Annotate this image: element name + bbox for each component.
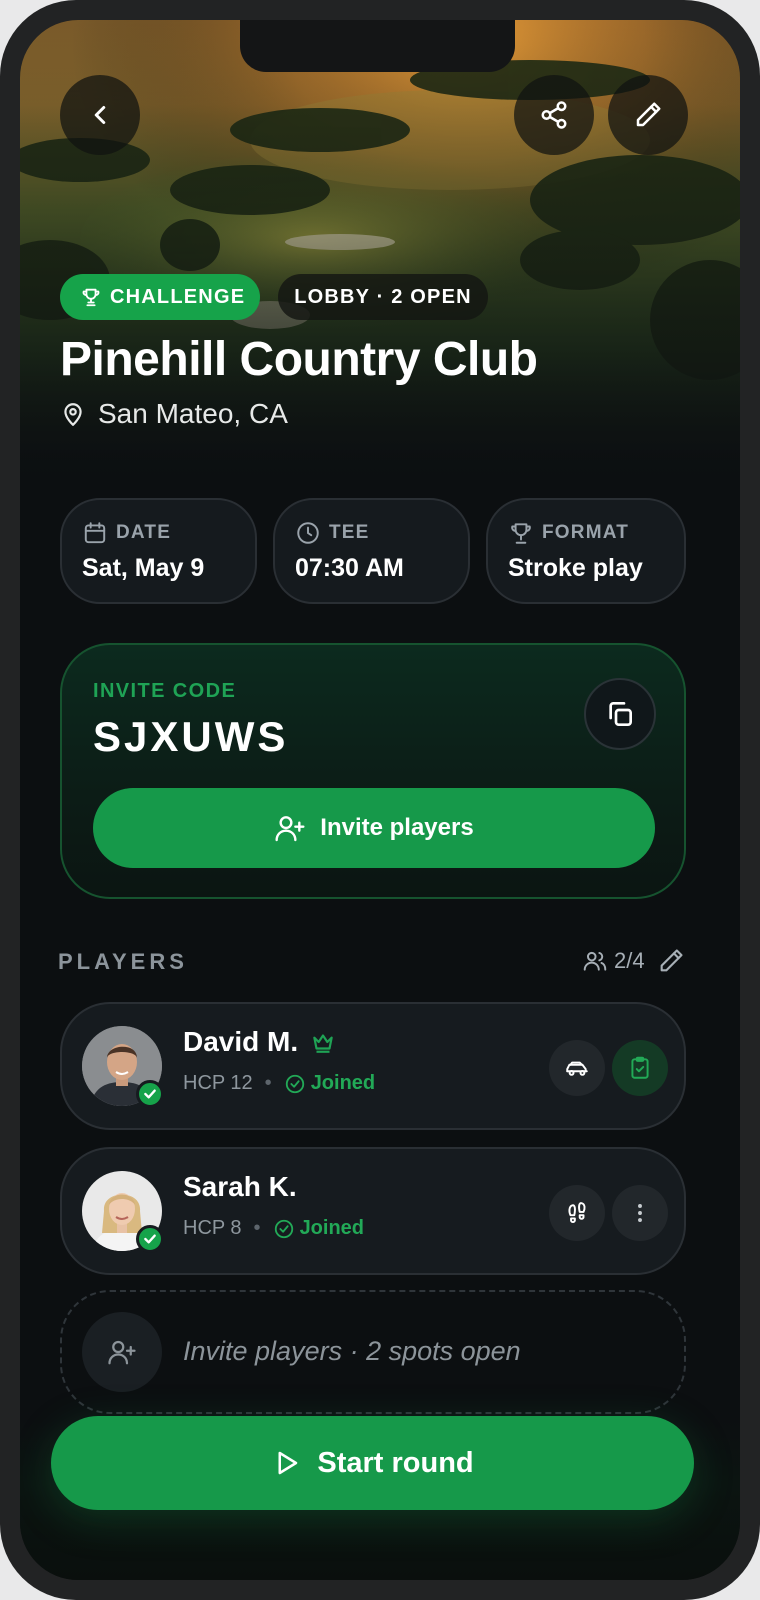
- invite-code-label: INVITE CODE: [93, 680, 237, 702]
- lobby-status-label: LOBBY · 2 OPEN: [294, 285, 472, 308]
- more-vertical-icon: [638, 1204, 642, 1222]
- player-handicap: HCP 12: [183, 1072, 253, 1094]
- date-label: DATE: [116, 522, 172, 543]
- player-row[interactable]: Sarah K. HCP 8 • Joined: [60, 1147, 686, 1275]
- check-icon: [144, 1234, 156, 1244]
- share-button[interactable]: [514, 75, 594, 155]
- format-label: FORMAT: [542, 522, 630, 543]
- trophy-icon: [511, 523, 531, 544]
- check-circle-icon: [274, 1219, 293, 1238]
- start-round-button[interactable]: Start round: [51, 1416, 694, 1510]
- user-plus-icon: [275, 816, 305, 842]
- format-value: Stroke play: [508, 554, 643, 582]
- date-card[interactable]: DATE Sat, May 9: [60, 498, 257, 604]
- map-pin-icon: [64, 403, 82, 426]
- add-player-button[interactable]: [82, 1312, 162, 1392]
- player-row[interactable]: David M. HCP 12 • Joined: [60, 1002, 686, 1130]
- users-icon: [583, 951, 607, 971]
- share-icon: [541, 101, 567, 129]
- joined-status-label: Joined: [310, 1072, 376, 1094]
- course-location: San Mateo, CA: [60, 398, 288, 430]
- player-handicap: HCP 8: [183, 1217, 242, 1239]
- players-count: 2/4: [582, 947, 685, 975]
- player-name: David M.: [183, 1026, 299, 1057]
- check-icon: [144, 1089, 156, 1099]
- scorecard-button[interactable]: [612, 1040, 668, 1096]
- trophy-icon: [82, 288, 100, 307]
- calendar-icon: [84, 522, 106, 544]
- invite-code-card: INVITE CODE SJXUWS Invite players: [60, 643, 686, 899]
- invite-players-label: Invite players: [320, 814, 474, 841]
- transport-walk-button[interactable]: [549, 1185, 605, 1241]
- date-label-row: DATE: [82, 520, 255, 546]
- phone-frame: CHALLENGE LOBBY · 2 OPEN Pinehill Countr…: [0, 0, 760, 1600]
- user-plus-icon: [108, 1340, 136, 1365]
- check-circle-icon: [285, 1074, 304, 1093]
- player-name-row: David M.: [183, 1026, 336, 1058]
- players-count-value: 2/4: [614, 948, 645, 973]
- invite-code[interactable]: SJXUWS: [93, 713, 288, 761]
- copy-code-button[interactable]: [584, 678, 656, 750]
- lobby-status-badge: LOBBY · 2 OPEN: [278, 274, 488, 320]
- copy-icon: [609, 702, 632, 726]
- joined-status: Joined: [273, 1217, 364, 1240]
- player-name-row: Sarah K.: [183, 1171, 297, 1203]
- device-notch: [240, 20, 515, 72]
- joined-check-badge: [136, 1080, 164, 1108]
- format-card[interactable]: FORMAT Stroke play: [486, 498, 686, 604]
- clock-icon: [297, 522, 319, 544]
- edit-button[interactable]: [608, 75, 688, 155]
- format-label-row: FORMAT: [508, 520, 684, 546]
- challenge-badge: CHALLENGE: [60, 274, 260, 320]
- start-round-label: Start round: [317, 1446, 474, 1479]
- chevron-left-icon: [94, 106, 106, 124]
- invite-open-spots-row[interactable]: Invite players · 2 spots open: [60, 1290, 686, 1414]
- play-icon: [278, 1451, 298, 1475]
- clipboard-check-icon: [631, 1056, 649, 1079]
- joined-status-label: Joined: [299, 1217, 365, 1239]
- crown-icon: [313, 1034, 333, 1053]
- transport-cart-button[interactable]: [549, 1040, 605, 1096]
- joined-check-badge: [136, 1225, 164, 1253]
- challenge-badge-label: CHALLENGE: [110, 285, 246, 308]
- player-meta: HCP 12 • Joined: [183, 1072, 375, 1095]
- player-more-button[interactable]: [612, 1185, 668, 1241]
- back-button[interactable]: [60, 75, 140, 155]
- car-icon: [566, 1061, 588, 1076]
- tee-value: 07:30 AM: [295, 554, 404, 582]
- invite-players-button[interactable]: Invite players: [93, 788, 655, 868]
- separator-dot: •: [264, 1072, 272, 1094]
- tee-time-card[interactable]: TEE 07:30 AM: [273, 498, 470, 604]
- open-spots-text: Invite players · 2 spots open: [183, 1336, 521, 1366]
- tee-label-row: TEE: [295, 520, 468, 546]
- course-title: Pinehill Country Club: [60, 333, 538, 386]
- course-location-text: San Mateo, CA: [98, 398, 288, 429]
- tee-label: TEE: [329, 522, 370, 543]
- pencil-icon[interactable]: [657, 947, 685, 975]
- player-meta: HCP 8 • Joined: [183, 1217, 364, 1240]
- player-name: Sarah K.: [183, 1171, 297, 1202]
- footprints-icon: [568, 1202, 586, 1223]
- app-screen: CHALLENGE LOBBY · 2 OPEN Pinehill Countr…: [20, 20, 740, 1580]
- separator-dot: •: [253, 1217, 261, 1239]
- players-section-label: PLAYERS: [58, 949, 188, 974]
- joined-status: Joined: [284, 1072, 375, 1095]
- pencil-icon: [636, 102, 661, 127]
- date-value: Sat, May 9: [82, 554, 205, 582]
